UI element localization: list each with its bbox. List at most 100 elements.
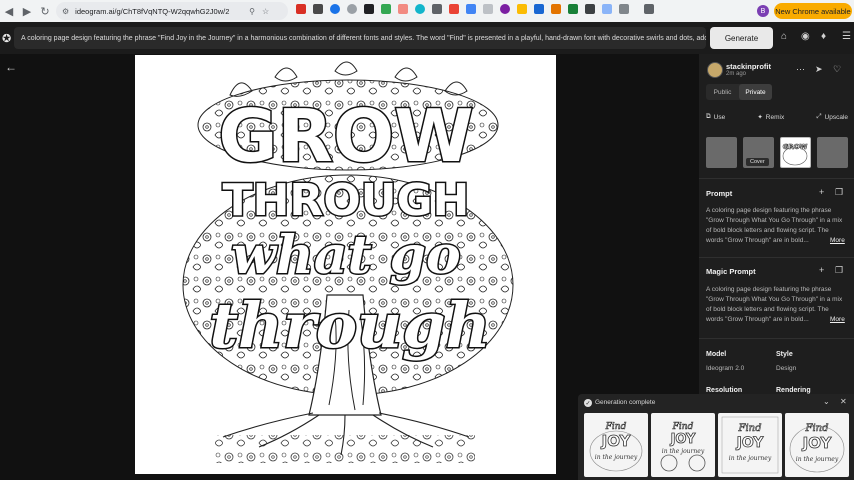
generated-thumb-4[interactable]: Find JOY in the journey bbox=[785, 413, 849, 477]
generated-thumb-2[interactable]: Find JOY in the journey bbox=[651, 413, 715, 477]
notifications-bell-icon[interactable]: ♦ bbox=[821, 31, 826, 42]
extension-icon[interactable] bbox=[296, 4, 306, 14]
generate-button[interactable]: Generate bbox=[710, 27, 773, 49]
check-icon: ✓ bbox=[584, 399, 592, 407]
prompt-more-link[interactable]: More bbox=[830, 237, 845, 244]
magic-prompt-more-link[interactable]: More bbox=[830, 316, 845, 323]
extension-icon[interactable] bbox=[602, 4, 612, 14]
thumb-line-1: Find bbox=[605, 422, 627, 432]
extension-icon[interactable] bbox=[517, 4, 527, 14]
extension-icon[interactable] bbox=[551, 4, 561, 14]
thumb-artwork: GROW bbox=[782, 143, 808, 166]
ideogram-logo-icon[interactable]: ✪ bbox=[2, 32, 11, 45]
thumb-line-1: Find bbox=[738, 423, 762, 434]
creator-username[interactable]: stackinprofit bbox=[726, 62, 771, 71]
extension-icon[interactable] bbox=[644, 4, 654, 14]
back-arrow-icon[interactable]: ← bbox=[5, 60, 17, 74]
thumb-artwork: Find JOY in the journey bbox=[721, 416, 779, 474]
variation-thumbnails: GROW bbox=[706, 137, 848, 168]
thumb-line-1: Find bbox=[672, 422, 694, 432]
extension-icon[interactable] bbox=[483, 4, 493, 14]
style-label: Style bbox=[776, 351, 793, 358]
use-label: Use bbox=[713, 113, 726, 121]
private-option[interactable]: Private bbox=[739, 84, 772, 100]
generated-thumb-3[interactable]: Find JOY in the journey bbox=[718, 413, 782, 477]
app-header: ✪ A coloring page design featuring the p… bbox=[0, 22, 854, 54]
thumb-line-2: JOY bbox=[670, 432, 696, 447]
copy-icon[interactable]: ❐ bbox=[835, 265, 843, 276]
coloring-page-illustration: GROW THROUGH what go through bbox=[182, 61, 514, 463]
extension-icon[interactable] bbox=[347, 4, 357, 14]
extension-icon[interactable] bbox=[500, 4, 510, 14]
rendering-label: Rendering bbox=[776, 387, 811, 394]
thumb-line-3: in the journey bbox=[595, 454, 638, 461]
extension-icon[interactable] bbox=[534, 4, 544, 14]
profile-avatar[interactable]: B bbox=[757, 5, 769, 17]
thumb-line-3: in the journey bbox=[796, 456, 839, 463]
thumb-text: GROW bbox=[783, 143, 808, 151]
copy-icon[interactable]: ❐ bbox=[835, 187, 843, 198]
extension-icon[interactable] bbox=[449, 4, 459, 14]
reload-icon[interactable]: ↻ bbox=[36, 2, 54, 20]
section-divider bbox=[699, 178, 854, 179]
generated-thumb-1[interactable]: Find JOY in the journey bbox=[584, 413, 648, 477]
back-icon[interactable]: ◀ bbox=[0, 2, 18, 20]
extension-icon[interactable] bbox=[398, 4, 408, 14]
upscale-icon: ⤢ bbox=[816, 113, 822, 120]
magic-prompt-text: A coloring page design featuring the phr… bbox=[706, 286, 843, 323]
extension-icon[interactable] bbox=[330, 4, 340, 14]
extension-icon[interactable] bbox=[313, 4, 323, 14]
add-icon[interactable]: + bbox=[819, 265, 824, 275]
home-icon[interactable]: ⌂ bbox=[781, 31, 787, 42]
creations-icon[interactable]: ◉ bbox=[801, 31, 810, 42]
extensions-puzzle-icon[interactable] bbox=[619, 4, 629, 14]
upscale-button[interactable]: ⤢ Upscale bbox=[816, 113, 848, 121]
remix-label: Remix bbox=[765, 113, 785, 121]
use-button[interactable]: ⧉ Use bbox=[706, 113, 725, 121]
extension-icon[interactable] bbox=[568, 4, 578, 14]
url-text: ideogram.ai/g/ChT8fVqNTQ-W2qqwhG2J0w/2 bbox=[75, 6, 230, 16]
bookmark-star-icon[interactable]: ☆ bbox=[262, 7, 269, 16]
extension-icon[interactable] bbox=[381, 4, 391, 14]
chrome-update-button[interactable]: New Chrome available bbox=[774, 3, 852, 19]
public-option[interactable]: Public bbox=[706, 84, 739, 100]
address-bar[interactable]: ⚙ ideogram.ai/g/ChT8fVqNTQ-W2qqwhG2J0w/2… bbox=[56, 2, 288, 20]
thumb-line-2: JOY bbox=[601, 432, 632, 450]
artwork-line-through-script: through bbox=[209, 289, 490, 362]
extension-icon[interactable] bbox=[585, 4, 595, 14]
extension-icon[interactable] bbox=[466, 4, 476, 14]
extension-icons bbox=[296, 4, 654, 14]
forward-icon[interactable]: ▶ bbox=[18, 2, 36, 20]
magic-prompt-title: Magic Prompt bbox=[706, 267, 756, 276]
thumb-artwork: Find JOY in the journey bbox=[589, 422, 643, 472]
zoom-icon[interactable]: ⚲ bbox=[249, 7, 255, 16]
site-info-icon[interactable]: ⚙ bbox=[62, 7, 69, 16]
extension-icon[interactable] bbox=[364, 4, 374, 14]
section-divider bbox=[699, 257, 854, 258]
extension-icon[interactable] bbox=[432, 4, 442, 14]
thumb-artwork: Find JOY in the journey bbox=[660, 422, 706, 472]
section-divider bbox=[699, 338, 854, 339]
creator-avatar[interactable] bbox=[707, 62, 723, 78]
thumb-line-3: in the journey bbox=[729, 455, 772, 462]
variation-thumb-4[interactable] bbox=[817, 137, 848, 168]
close-icon[interactable]: ✕ bbox=[840, 397, 847, 406]
add-icon[interactable]: + bbox=[819, 187, 824, 197]
image-actions: ⧉ Use ✦ Remix ⤢ Upscale bbox=[706, 113, 848, 121]
variation-thumb-1[interactable] bbox=[706, 137, 737, 168]
artwork-line-what-go: what go bbox=[231, 225, 460, 286]
pin-icon[interactable]: ➤ bbox=[815, 64, 823, 75]
visibility-toggle: Public Private bbox=[706, 84, 772, 100]
remix-button[interactable]: ✦ Remix bbox=[757, 113, 785, 122]
heart-icon[interactable]: ♡ bbox=[833, 64, 841, 75]
menu-icon[interactable]: ☰ bbox=[842, 31, 851, 42]
generated-image: GROW THROUGH what go through bbox=[135, 55, 556, 474]
cover-tooltip: Cover bbox=[746, 158, 769, 166]
more-options-icon[interactable]: ⋯ bbox=[796, 64, 805, 75]
prompt-input[interactable]: A coloring page design featuring the phr… bbox=[14, 27, 706, 49]
chevron-down-icon[interactable]: ⌄ bbox=[823, 397, 830, 406]
variation-thumb-3[interactable]: GROW bbox=[780, 137, 811, 168]
thumb-artwork: Find JOY in the journey bbox=[789, 423, 845, 473]
extension-icon[interactable] bbox=[415, 4, 425, 14]
model-label: Model bbox=[706, 351, 727, 358]
